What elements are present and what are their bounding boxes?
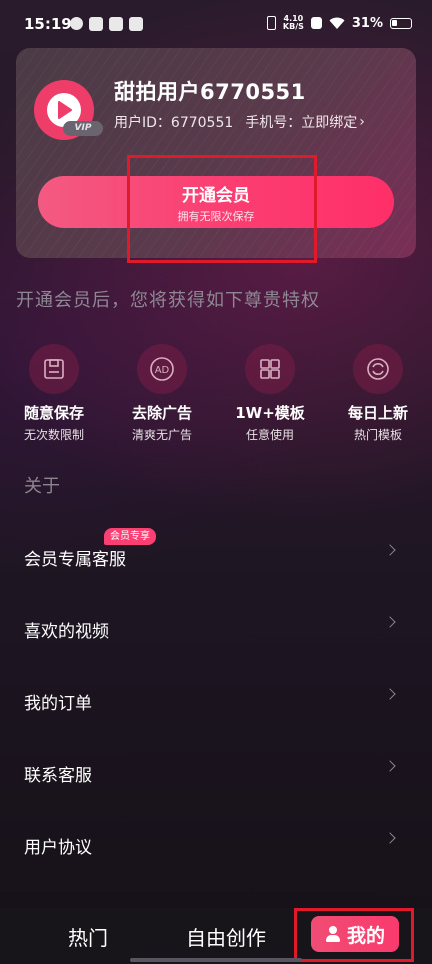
chevron-right-icon [384, 544, 396, 556]
menu-item-user-agreement[interactable]: 用户协议 [0, 808, 432, 880]
highlight-annotation [294, 908, 414, 962]
chevron-right-icon [384, 616, 396, 628]
app-notification-icon [70, 17, 83, 30]
menu-item-vip-service[interactable]: 会员专享 会员专属客服 [0, 520, 432, 592]
user-id-row: 用户ID：6770551 [114, 112, 233, 132]
menu-item-contact-service[interactable]: 联系客服 [0, 736, 432, 808]
status-indicators: 4.10 KB/S 31% [266, 15, 412, 31]
privilege-subtitle: 任意使用 [245, 428, 294, 442]
menu-label: 喜欢的视频 [24, 622, 109, 642]
privilege-item[interactable]: AD 去除广告 清爽无广告 [108, 344, 216, 443]
network-speed-unit: KB/S [282, 22, 304, 31]
svg-text:AD: AD [155, 365, 170, 376]
user-meta: 用户ID：6770551 手机号：立即绑定 › [114, 112, 365, 132]
ad-icon: AD [137, 344, 187, 394]
privilege-subtitle: 无次数限制 [23, 428, 84, 442]
status-time: 15:19 [24, 15, 72, 33]
menu-label: 会员专属客服 [24, 550, 126, 570]
template-icon [245, 344, 295, 394]
status-bar: 15:19 4.10 KB/S 31% [0, 0, 432, 46]
menu-label: 用户协议 [24, 838, 92, 858]
menu-item-liked-videos[interactable]: 喜欢的视频 [0, 592, 432, 664]
privilege-item[interactable]: 1W+模板 任意使用 [216, 344, 324, 443]
user-id-value: 6770551 [170, 115, 234, 131]
wifi-icon [329, 17, 345, 29]
privilege-title: 随意保存 [23, 404, 84, 422]
highlight-annotation [127, 155, 317, 263]
notification-icons [70, 17, 143, 31]
battery-icon [390, 17, 412, 29]
user-id-label: 用户ID： [114, 115, 171, 131]
tab-create[interactable]: 自由创作 [186, 922, 266, 951]
home-indicator[interactable] [130, 958, 302, 962]
app-notification-icon [89, 17, 103, 31]
menu-item-orders[interactable]: 我的订单 [0, 664, 432, 736]
privilege-title: 1W+模板 [235, 404, 305, 422]
menu-label: 我的订单 [24, 694, 92, 714]
bind-phone-link[interactable]: 手机号：立即绑定 [245, 112, 357, 132]
menu-label: 联系客服 [24, 766, 92, 786]
save-icon [29, 344, 79, 394]
username: 甜拍用户6770551 [114, 80, 306, 104]
network-speed: 4.10 KB/S [283, 15, 304, 31]
privilege-heading: 开通会员后，您将获得如下尊贵特权 [16, 290, 320, 311]
app-notification-icon [129, 17, 143, 31]
chevron-right-icon [384, 760, 396, 772]
vip-badge: VIP [63, 121, 103, 136]
privilege-subtitle: 清爽无广告 [131, 428, 192, 442]
privilege-title: 每日上新 [347, 404, 408, 422]
privilege-item[interactable]: 每日上新 热门模板 [324, 344, 432, 443]
about-heading: 关于 [24, 476, 60, 497]
battery-percent: 31% [351, 15, 383, 31]
chevron-right-icon: › [359, 114, 365, 130]
app-notification-icon [109, 17, 123, 31]
privilege-list: 随意保存 无次数限制 AD 去除广告 清爽无广告 1W+模板 任意使用 每日上新… [0, 344, 432, 443]
privilege-subtitle: 热门模板 [353, 428, 402, 442]
chevron-right-icon [384, 832, 396, 844]
privilege-item[interactable]: 随意保存 无次数限制 [0, 344, 108, 443]
phone-bind-action: 立即绑定 [301, 115, 358, 131]
about-menu: 会员专享 会员专属客服 喜欢的视频 我的订单 联系客服 用户协议 [0, 520, 432, 880]
phone-label: 手机号： [245, 115, 302, 131]
privilege-title: 去除广告 [131, 404, 192, 422]
chevron-right-icon [384, 688, 396, 700]
sim-icon [310, 17, 322, 29]
tab-hot[interactable]: 热门 [68, 922, 108, 951]
refresh-icon [353, 344, 403, 394]
vibrate-icon [266, 16, 276, 30]
member-only-tag: 会员专享 [104, 528, 156, 545]
